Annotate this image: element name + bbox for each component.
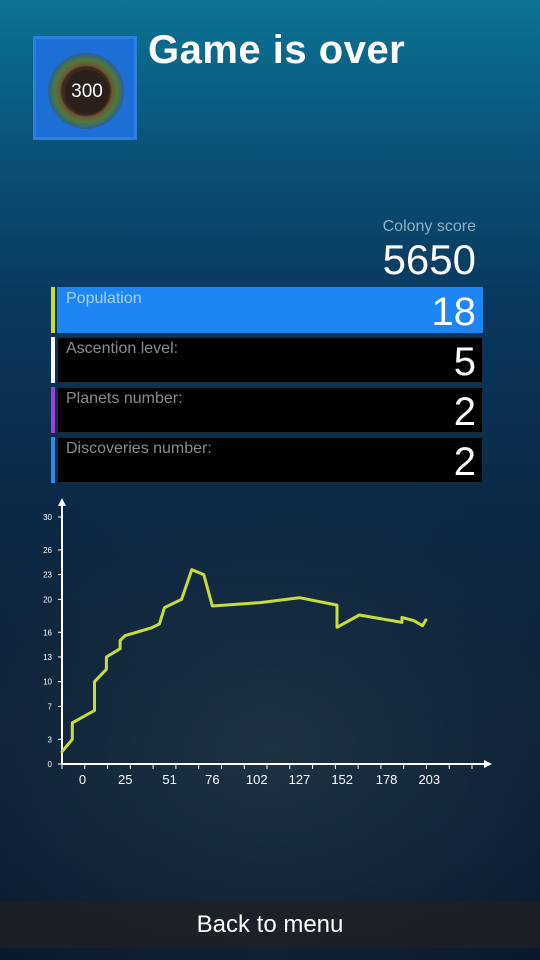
x-tick-label: 102 — [246, 772, 268, 787]
x-tick-label: 127 — [289, 772, 311, 787]
stat-accent-bar — [51, 287, 55, 333]
stat-accent-bar — [51, 387, 55, 433]
stat-label: Planets number: — [66, 390, 183, 407]
y-tick-label: 26 — [43, 546, 52, 555]
stat-box: Population 18 — [57, 287, 483, 334]
stat-row-discoveries-number: Discoveries number: 2 — [51, 437, 483, 484]
x-axis-arrow — [484, 760, 492, 768]
stat-label: Discoveries number: — [66, 440, 212, 457]
x-tick-label: 0 — [79, 772, 86, 787]
stat-accent-bar — [51, 437, 55, 483]
x-tick-label: 76 — [205, 772, 219, 787]
stat-accent-bar — [51, 337, 55, 383]
population-series-line — [60, 568, 428, 754]
x-tick-label: 178 — [376, 772, 398, 787]
y-tick-label: 20 — [43, 595, 52, 604]
y-axis-arrow — [58, 498, 66, 506]
x-tick-label: 51 — [162, 772, 176, 787]
y-tick-label: 13 — [43, 653, 52, 662]
page-title: Game is over — [148, 28, 406, 72]
x-tick-label: 152 — [331, 772, 353, 787]
y-tick-label: 30 — [43, 513, 52, 522]
y-tick-label: 23 — [43, 571, 52, 580]
y-tick-label: 7 — [48, 702, 53, 711]
stat-row-population: Population 18 — [51, 287, 483, 334]
colony-score-value: 5650 — [382, 236, 476, 283]
population-chart: 0 25 51 76 102 127 152 178 203 0 3 7 10 13 16 20 23 26 30 — [43, 498, 492, 787]
stat-box: Discoveries number: 2 — [57, 437, 483, 484]
stat-row-planets-number: Planets number: 2 — [51, 387, 483, 434]
stat-row-ascention-level: Ascention level: 5 — [51, 337, 483, 384]
y-tick-label: 16 — [43, 628, 52, 637]
stat-box: Ascention level: 5 — [57, 337, 483, 384]
y-tick-label: 0 — [48, 760, 53, 769]
stat-value: 5 — [453, 340, 476, 384]
stat-value: 2 — [453, 390, 476, 434]
stat-value: 2 — [453, 440, 476, 484]
colony-score-label: Colony score — [382, 218, 476, 235]
stat-label: Population — [66, 290, 142, 307]
planet-badge-icon: 300 — [33, 36, 137, 140]
planet-badge-count: 300 — [65, 70, 109, 114]
stat-value: 18 — [431, 290, 477, 334]
back-to-menu-button[interactable]: Back to menu — [0, 902, 540, 948]
y-tick-label: 3 — [48, 735, 53, 744]
stat-box: Planets number: 2 — [57, 387, 483, 434]
y-tick-label: 10 — [43, 678, 52, 687]
x-tick-label: 203 — [418, 772, 440, 787]
stat-label: Ascention level: — [66, 340, 179, 357]
x-tick-label: 25 — [118, 772, 132, 787]
